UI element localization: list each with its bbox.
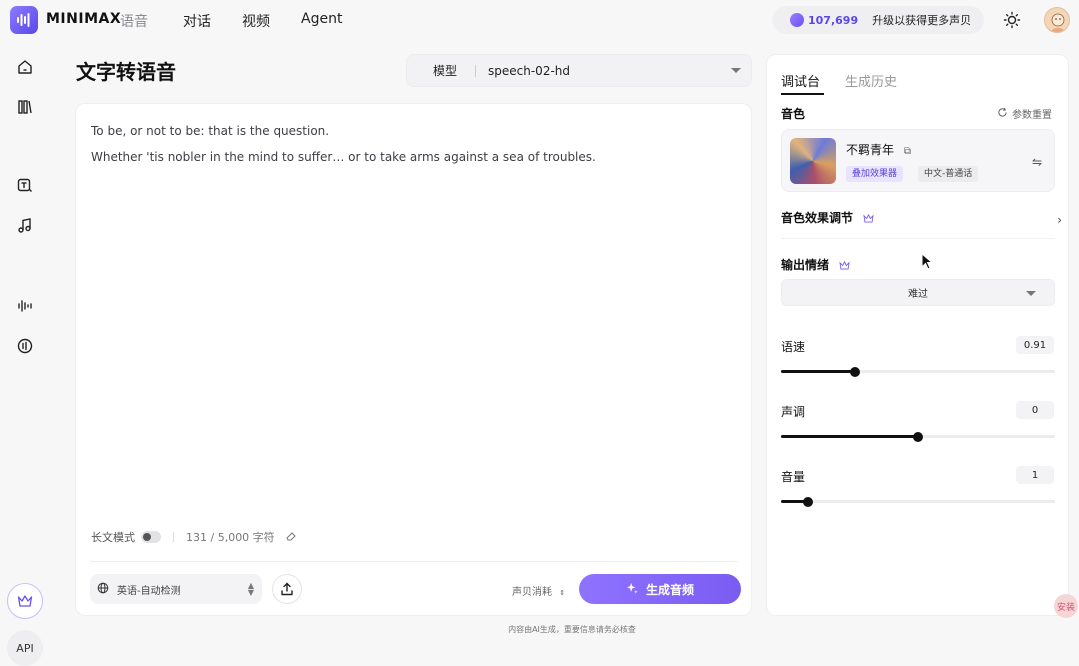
- slider-handle[interactable]: [849, 366, 860, 377]
- nav-agent[interactable]: Agent: [301, 11, 342, 27]
- speed-slider[interactable]: [781, 366, 1055, 377]
- upload-button[interactable]: [272, 574, 302, 604]
- install-badge[interactable]: 安装: [1054, 594, 1078, 618]
- mouse-cursor-icon: [921, 252, 934, 271]
- pitch-value[interactable]: 0: [1016, 401, 1054, 419]
- voice-cost-label: 声贝消耗: [512, 587, 552, 598]
- text-line[interactable]: To be, or not to be: that is the questio…: [91, 124, 329, 138]
- minimax-logo-icon[interactable]: [10, 6, 38, 34]
- tab-debug[interactable]: 调试台: [781, 71, 820, 90]
- voice-design-icon[interactable]: [16, 337, 34, 355]
- tab-history[interactable]: 生成历史: [845, 71, 897, 90]
- eraser-icon[interactable]: [285, 530, 297, 545]
- voice-clone-icon[interactable]: [16, 297, 34, 315]
- editor-tools: 长文模式 131 / 5,000 字符: [91, 529, 297, 545]
- volume-value[interactable]: 1: [1016, 466, 1054, 484]
- voice-cost[interactable]: 声贝消耗 ⇕: [512, 583, 565, 598]
- brand-name[interactable]: MINIMAX: [46, 11, 121, 27]
- settings-panel: 调试台 生成历史 音色 参数重置 不羁青年 ⧉ 叠加效果器 中文-普通话 ⇋ 音…: [766, 54, 1069, 616]
- tab-underline: [781, 93, 824, 95]
- music-icon[interactable]: [16, 217, 34, 235]
- page-title: 文字转语音: [76, 60, 176, 84]
- language-chip: 中文-普通话: [918, 166, 979, 182]
- swap-icon[interactable]: ⇋: [1032, 155, 1042, 169]
- text-to-speech-icon[interactable]: [16, 177, 34, 195]
- model-value: speech-02-hd: [488, 63, 571, 78]
- voice-name-text: 不羁青年: [846, 143, 895, 157]
- divider: [173, 532, 174, 542]
- editor-divider: [90, 561, 738, 562]
- speed-value[interactable]: 0.91: [1016, 336, 1054, 354]
- voice-label: 音色: [781, 107, 806, 121]
- emotion-value: 难过: [908, 289, 928, 300]
- upgrade-link[interactable]: 升级以获得更多声贝: [872, 12, 971, 28]
- reset-label: 参数重置: [1012, 110, 1052, 121]
- effect-adjust-text: 音色效果调节: [781, 211, 854, 225]
- credits-count: 107,699: [808, 13, 859, 27]
- home-icon[interactable]: [16, 58, 34, 76]
- vip-button[interactable]: [7, 583, 43, 619]
- brand-product: 语音: [120, 14, 148, 30]
- reset-button[interactable]: 参数重置: [997, 106, 1052, 121]
- user-avatar[interactable]: [1044, 7, 1070, 33]
- chevron-down-icon: [1026, 291, 1036, 296]
- emotion-label: 输出情绪: [781, 256, 850, 273]
- slider-fill: [781, 435, 918, 438]
- volume-slider[interactable]: [781, 496, 1055, 507]
- generate-button[interactable]: 生成音频: [579, 574, 741, 604]
- sparkle-icon: [626, 582, 638, 597]
- nav-video[interactable]: 视频: [242, 11, 270, 31]
- model-select[interactable]: 模型 speech-02-hd: [406, 54, 752, 87]
- voice-cover-image: [790, 138, 836, 184]
- chevron-down-icon: [731, 68, 741, 73]
- top-bar: MINIMAX 语音 对话 视频 Agent 107,699 升级以获得更多声贝: [0, 0, 1079, 40]
- volume-label: 音量: [781, 470, 806, 484]
- updown-icon: ⇕: [559, 589, 566, 597]
- divider: [781, 238, 1055, 239]
- slider-handle[interactable]: [803, 496, 814, 507]
- chevron-right-icon[interactable]: ›: [1057, 213, 1062, 227]
- updown-icon: ▲ ▼: [247, 581, 254, 597]
- crown-icon: [839, 261, 850, 270]
- pitch-slider[interactable]: [781, 431, 1055, 442]
- crown-icon: [17, 595, 33, 607]
- voice-name: 不羁青年 ⧉: [846, 141, 911, 158]
- char-count: 131 / 5,000 字符: [186, 531, 275, 544]
- upload-icon: [281, 582, 293, 596]
- slider-handle[interactable]: [913, 431, 923, 442]
- long-mode-label: 长文模式: [91, 531, 135, 544]
- copy-icon[interactable]: ⧉: [904, 146, 911, 157]
- api-button[interactable]: API: [7, 630, 43, 666]
- divider: [475, 64, 477, 77]
- effect-chip[interactable]: 叠加效果器: [846, 166, 904, 182]
- language-value: 英语-自动检测: [117, 585, 181, 597]
- sidebar: API: [0, 40, 50, 666]
- emotion-select[interactable]: 难过: [781, 279, 1055, 306]
- disclaimer: 内容由AI生成，重要信息请务必核查: [508, 625, 636, 634]
- language-select[interactable]: 英语-自动检测 ▲ ▼: [90, 574, 262, 604]
- globe-icon: [97, 582, 109, 597]
- long-mode-toggle[interactable]: [141, 531, 161, 543]
- emotion-label-text: 输出情绪: [781, 258, 830, 272]
- credits-icon: [790, 13, 804, 27]
- crown-icon: [863, 214, 874, 223]
- text-line[interactable]: Whether 'tis nobler in the mind to suffe…: [91, 150, 596, 164]
- pitch-label: 声调: [781, 405, 806, 419]
- generate-label: 生成音频: [645, 582, 694, 597]
- theme-toggle-icon[interactable]: [1003, 11, 1021, 29]
- library-icon[interactable]: [16, 98, 34, 116]
- slider-fill: [781, 370, 855, 373]
- speed-label: 语速: [781, 340, 806, 354]
- effect-adjust-label[interactable]: 音色效果调节: [781, 209, 874, 226]
- nav-chat[interactable]: 对话: [183, 11, 211, 31]
- model-label: 模型: [433, 64, 458, 78]
- voice-card[interactable]: 不羁青年 ⧉ 叠加效果器 中文-普通话 ⇋: [781, 129, 1055, 192]
- refresh-icon: [997, 107, 1008, 121]
- credits-badge[interactable]: 107,699 升级以获得更多声贝: [772, 6, 984, 34]
- text-editor[interactable]: To be, or not to be: that is the questio…: [75, 103, 752, 616]
